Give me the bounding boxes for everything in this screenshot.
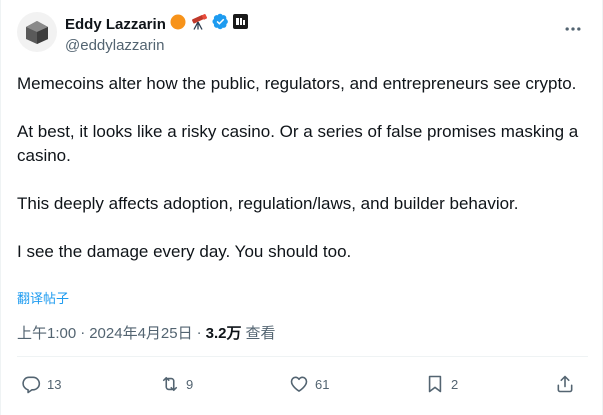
- meta-separator: ·: [196, 324, 202, 341]
- views-label[interactable]: 查看: [245, 322, 275, 343]
- tweet-meta: 上午1:00 · 2024年4月25日 · 3.2万 查看: [17, 322, 275, 343]
- telescope-icon: [190, 13, 208, 35]
- post-date[interactable]: 2024年4月25日: [89, 322, 192, 343]
- tweet-paragraph: This deeply affects adoption, regulation…: [17, 194, 519, 213]
- divider: [17, 356, 588, 357]
- reply-icon: [22, 376, 41, 394]
- like-count: 61: [315, 376, 330, 392]
- heart-icon: [290, 376, 308, 392]
- avatar[interactable]: [17, 12, 57, 52]
- share-icon: [557, 375, 573, 393]
- avatar-cube-icon: [26, 21, 48, 44]
- tweet-paragraph: Memecoins alter how the public, regulato…: [17, 74, 577, 93]
- reply-button[interactable]: 13: [21, 368, 61, 400]
- tweet-paragraph: I see the damage every day. You should t…: [17, 242, 352, 261]
- translate-post-link[interactable]: 翻译帖子: [17, 288, 69, 307]
- tweet-card: Eddy Lazzarin @eddylazzarin Memecoins al…: [0, 0, 603, 415]
- name-row: Eddy Lazzarin: [65, 13, 248, 35]
- repost-icon: [162, 376, 178, 392]
- author-names: Eddy Lazzarin @eddylazzarin: [65, 13, 248, 56]
- share-button[interactable]: [555, 368, 575, 400]
- reply-count: 13: [47, 376, 62, 392]
- tweet-header: Eddy Lazzarin @eddylazzarin: [17, 12, 588, 56]
- repost-count: 9: [186, 376, 194, 392]
- bookmark-icon: [428, 375, 442, 393]
- author-display-name[interactable]: Eddy Lazzarin: [65, 16, 166, 33]
- meta-separator: ·: [80, 324, 86, 341]
- affiliate-badge-icon[interactable]: [232, 14, 248, 34]
- like-button[interactable]: 61: [289, 368, 329, 400]
- post-time[interactable]: 上午1:00: [17, 322, 76, 343]
- tweet-paragraph: At best, it looks like a risky casino. O…: [17, 122, 579, 165]
- more-options-button[interactable]: [558, 14, 588, 44]
- verified-badge-icon[interactable]: [212, 13, 229, 35]
- author-handle[interactable]: @eddylazzarin: [65, 36, 248, 56]
- views-count[interactable]: 3.2万: [206, 322, 242, 343]
- action-bar: 13 9 61 2: [17, 368, 588, 400]
- repost-button[interactable]: 9: [160, 368, 193, 400]
- more-dots-icon: [565, 27, 581, 31]
- tweet-text: Memecoins alter how the public, regulato…: [17, 72, 588, 264]
- bookmark-button[interactable]: 2: [425, 368, 458, 400]
- orange-circle-icon: [170, 14, 186, 35]
- bookmark-count: 2: [451, 376, 459, 392]
